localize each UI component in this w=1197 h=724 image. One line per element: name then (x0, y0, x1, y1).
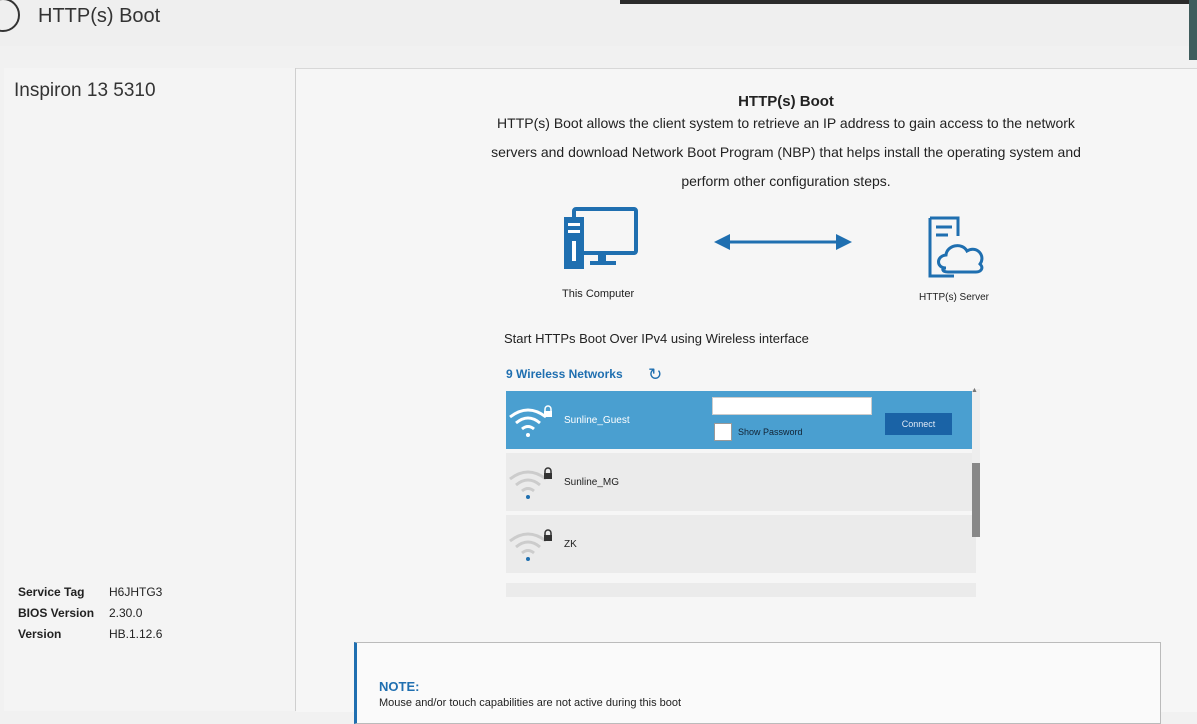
scroll-up-arrow-icon[interactable]: ▲ (971, 387, 978, 394)
server-label: HTTP(s) Server (919, 292, 989, 303)
boot-interface-text: Start HTTPs Boot Over IPv4 using Wireles… (504, 331, 809, 346)
screen-corner (1189, 0, 1197, 60)
page-title: HTTP(s) Boot (738, 93, 834, 110)
computer-icon (562, 207, 638, 276)
cloud-server-icon (926, 214, 988, 283)
info-row-service-tag: Service Tag H6JHTG3 (18, 585, 162, 606)
wifi-locked-icon (508, 529, 554, 568)
network-list-scrollbar[interactable]: ▲ (971, 387, 980, 537)
info-row-version: Version HB.1.12.6 (18, 627, 162, 648)
network-name: Sunline_Guest (564, 415, 630, 426)
page-description: HTTP(s) Boot allows the client system to… (491, 115, 1081, 189)
network-name: Sunline_MG (564, 477, 620, 488)
show-password-label: Show Password (738, 427, 803, 437)
dell-logo-icon (0, 0, 20, 32)
network-row-selected[interactable]: Sunline_Guest Show Password Connect (506, 391, 976, 449)
model-name: Inspiron 13 5310 (14, 80, 156, 101)
password-input[interactable] (712, 397, 872, 415)
main-panel: HTTP(s) Boot HTTP(s) Boot allows the cli… (296, 68, 1197, 724)
note-title: NOTE: (379, 679, 420, 694)
wifi-locked-icon (508, 467, 554, 506)
note-box: NOTE: Mouse and/or touch capabilities ar… (354, 642, 1161, 724)
sidebar: Inspiron 13 5310 Service Tag H6JHTG3 BIO… (4, 68, 296, 711)
info-label: Service Tag (18, 585, 85, 599)
network-row-partial[interactable] (506, 583, 976, 597)
show-password-checkbox[interactable] (714, 423, 732, 441)
two-way-arrow-icon (714, 231, 852, 258)
info-row-bios-version: BIOS Version 2.30.0 (18, 606, 162, 627)
system-info: Service Tag H6JHTG3 BIOS Version 2.30.0 … (18, 585, 162, 648)
refresh-icon[interactable]: ↻ (648, 366, 662, 383)
computer-label: This Computer (562, 288, 635, 300)
wireless-networks-count: 9 Wireless Networks (506, 367, 623, 381)
info-value: HB.1.12.6 (109, 627, 163, 641)
network-row[interactable]: Sunline_MG (506, 453, 976, 511)
screen-edge (620, 0, 1197, 4)
top-bar: HTTP(s) Boot (0, 0, 1197, 60)
info-label: Version (18, 627, 62, 641)
network-row[interactable]: ZK (506, 515, 976, 573)
wifi-locked-icon (508, 405, 554, 444)
wireless-network-list: Sunline_Guest Show Password Connect Sunl… (506, 391, 976, 583)
info-value: 2.30.0 (109, 606, 143, 620)
info-label: BIOS Version (18, 606, 95, 620)
info-value: H6JHTG3 (109, 585, 163, 599)
connect-button[interactable]: Connect (885, 413, 952, 435)
note-text: Mouse and/or touch capabilities are not … (379, 697, 682, 709)
scrollbar-thumb[interactable] (972, 463, 980, 537)
window-title: HTTP(s) Boot (38, 5, 161, 27)
network-name: ZK (564, 539, 577, 550)
